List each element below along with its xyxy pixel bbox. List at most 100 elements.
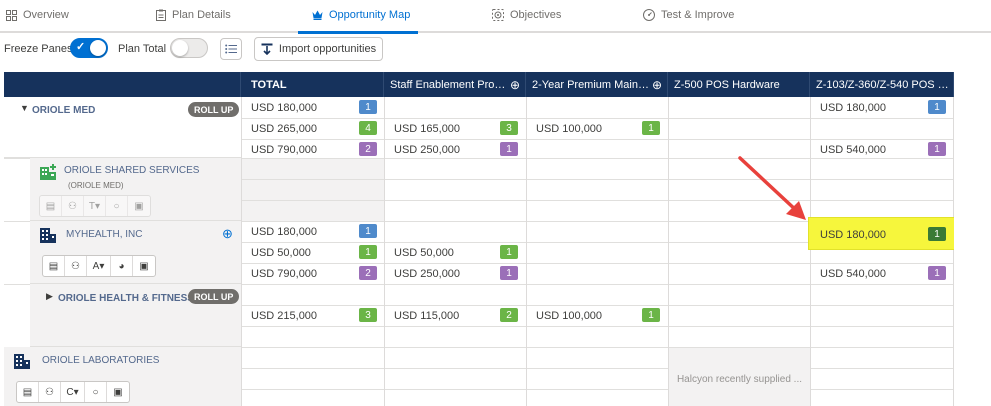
status-pie-icon[interactable]: ◕ bbox=[111, 256, 133, 276]
tab-label: Overview bbox=[23, 9, 69, 21]
crown-icon bbox=[312, 10, 323, 20]
building-hierarchy-icon bbox=[40, 164, 56, 180]
target-icon bbox=[492, 9, 504, 21]
opportunity-cell[interactable]: USD 540,000 1 bbox=[810, 263, 953, 284]
tab-objectives[interactable]: Objectives bbox=[492, 9, 561, 21]
header-pos-software[interactable]: Z-103/Z-360/Z-540 POS Soft... bbox=[810, 72, 954, 97]
tab-label: Test & Improve bbox=[661, 9, 735, 21]
count-badge: 1 bbox=[500, 266, 518, 280]
gauge-icon bbox=[643, 9, 655, 21]
import-icon bbox=[261, 43, 273, 55]
building-icon bbox=[14, 354, 30, 369]
row-divider bbox=[241, 179, 954, 180]
account-actions: ▤ ⚇ C ▾ ○ ▣ bbox=[16, 381, 130, 403]
hierarchy-icon[interactable]: ⚇ bbox=[65, 256, 87, 276]
roll-up-badge[interactable]: ROLL UP bbox=[188, 289, 240, 304]
account-name[interactable]: MYHEALTH, INC bbox=[66, 229, 143, 240]
tab-label: Plan Details bbox=[172, 9, 231, 21]
account-name[interactable]: ORIOLE SHARED SERVICES bbox=[64, 165, 199, 176]
opportunity-cell[interactable]: USD 250,000 1 bbox=[384, 263, 526, 284]
opportunity-note-cell[interactable]: Halcyon recently supplied ... bbox=[669, 348, 810, 406]
target-icon[interactable]: ⊕ bbox=[510, 78, 520, 92]
count-badge: 2 bbox=[500, 308, 518, 322]
notes-icon: ▣ bbox=[134, 200, 144, 212]
header-pos-hardware[interactable]: Z-500 POS Hardware bbox=[668, 72, 810, 97]
expand-arrow-icon[interactable]: ▶ bbox=[46, 291, 53, 302]
target-icon[interactable]: ⊕ bbox=[222, 226, 233, 242]
status-circle-icon[interactable]: ○ bbox=[85, 382, 107, 402]
rating-select[interactable]: C ▾ bbox=[61, 382, 85, 402]
clipboard-icon bbox=[156, 9, 166, 21]
tab-overview[interactable]: Overview bbox=[6, 9, 69, 21]
document-search-icon[interactable]: ▤ bbox=[43, 256, 65, 276]
header-staff-enablement[interactable]: Staff Enablement Progr... ⊕ bbox=[384, 72, 526, 97]
account-actions: ▤ ⚇ A ▾ ◕ ▣ bbox=[42, 255, 156, 277]
count-badge: 2 bbox=[359, 266, 377, 280]
account-name[interactable]: ORIOLE HEALTH & FITNESS bbox=[58, 293, 194, 304]
row-divider bbox=[241, 368, 954, 369]
opportunity-cell[interactable]: USD 250,000 1 bbox=[384, 139, 526, 160]
count-badge: 1 bbox=[359, 245, 377, 259]
count-badge: 4 bbox=[359, 121, 377, 135]
notes-icon[interactable]: ▣ bbox=[107, 382, 129, 402]
opportunity-cell[interactable]: USD 50,000 1 bbox=[384, 242, 526, 263]
account-name[interactable]: ORIOLE LABORATORIES bbox=[42, 355, 159, 366]
count-badge: 1 bbox=[928, 142, 946, 156]
total-cell[interactable]: USD 790,000 2 bbox=[241, 139, 384, 160]
grid-icon bbox=[6, 9, 17, 21]
total-cell[interactable]: USD 180,000 1 bbox=[241, 97, 384, 118]
count-badge: 1 bbox=[642, 121, 660, 135]
opportunity-cell[interactable]: USD 100,000 1 bbox=[526, 305, 668, 326]
account-name[interactable]: ORIOLE MED bbox=[32, 105, 95, 116]
header-total: TOTAL bbox=[241, 72, 384, 97]
import-opportunities-button[interactable]: Import opportunities bbox=[254, 37, 383, 61]
document-search-icon[interactable]: ▤ bbox=[17, 382, 39, 402]
account-myhealth: MYHEALTH, INC ⊕ ▤ ⚇ A ▾ ◕ ▣ bbox=[30, 221, 241, 284]
header-premium-maintenance[interactable]: 2-Year Premium Mainte... ⊕ bbox=[526, 72, 668, 97]
freeze-panes-toggle[interactable]: ✓ bbox=[70, 38, 108, 58]
count-badge: 1 bbox=[928, 227, 946, 241]
total-cell[interactable]: USD 215,000 3 bbox=[241, 305, 384, 326]
opportunity-cell[interactable]: USD 115,000 2 bbox=[384, 305, 526, 326]
count-badge: 1 bbox=[359, 100, 377, 114]
account-oriole-laboratories: ORIOLE LABORATORIES ▤ ⚇ C ▾ ○ ▣ bbox=[4, 347, 241, 406]
account-oriole-shared-services: ORIOLE SHARED SERVICES (ORIOLE MED) ▤ ⚇ … bbox=[30, 158, 241, 221]
total-cell[interactable]: USD 50,000 1 bbox=[241, 242, 384, 263]
count-badge: 1 bbox=[928, 266, 946, 280]
total-gray-cell bbox=[241, 158, 384, 221]
opportunity-cell[interactable]: USD 100,000 1 bbox=[526, 118, 668, 139]
target-icon[interactable]: ⊕ bbox=[652, 78, 662, 92]
total-cell[interactable]: USD 790,000 2 bbox=[241, 263, 384, 284]
tab-opportunity-map[interactable]: Opportunity Map bbox=[312, 9, 410, 21]
tab-label: Opportunity Map bbox=[329, 9, 411, 21]
document-search-icon: ▤ bbox=[40, 196, 62, 216]
total-cell[interactable]: USD 180,000 1 bbox=[241, 221, 384, 242]
count-badge: 1 bbox=[928, 100, 946, 114]
count-badge: 3 bbox=[500, 121, 518, 135]
freeze-panes-label: Freeze Panes bbox=[4, 43, 73, 55]
notes-icon[interactable]: ▣ bbox=[133, 256, 155, 276]
count-badge: 2 bbox=[359, 142, 377, 156]
tab-plan-details[interactable]: Plan Details bbox=[156, 9, 231, 21]
rating-select[interactable]: A ▾ bbox=[87, 256, 111, 276]
opportunity-cell[interactable]: USD 180,000 1 bbox=[810, 97, 953, 118]
total-cell[interactable]: USD 265,000 4 bbox=[241, 118, 384, 139]
tab-bar: Overview Plan Details Opportunity Map Ob… bbox=[0, 0, 991, 34]
roll-up-badge[interactable]: ROLL UP bbox=[188, 102, 240, 117]
column-divider bbox=[526, 97, 527, 406]
tab-test-improve[interactable]: Test & Improve bbox=[643, 9, 734, 21]
plan-total-toggle[interactable] bbox=[170, 38, 208, 58]
opportunity-cell[interactable]: USD 540,000 1 bbox=[810, 139, 953, 160]
hierarchy-icon: ⚇ bbox=[62, 196, 84, 216]
opportunity-cell[interactable]: USD 165,000 3 bbox=[384, 118, 526, 139]
toggle-knob bbox=[172, 40, 188, 56]
header-account-column bbox=[4, 72, 241, 97]
row-divider bbox=[241, 200, 954, 201]
building-icon bbox=[40, 228, 56, 243]
list-icon bbox=[225, 44, 237, 54]
collapse-arrow-icon[interactable]: ▼ bbox=[20, 103, 29, 113]
highlighted-opportunity-cell[interactable]: USD 180,000 1 bbox=[810, 224, 953, 245]
list-view-button[interactable] bbox=[220, 38, 242, 60]
hierarchy-icon[interactable]: ⚇ bbox=[39, 382, 61, 402]
plan-total-label: Plan Total bbox=[118, 43, 167, 55]
